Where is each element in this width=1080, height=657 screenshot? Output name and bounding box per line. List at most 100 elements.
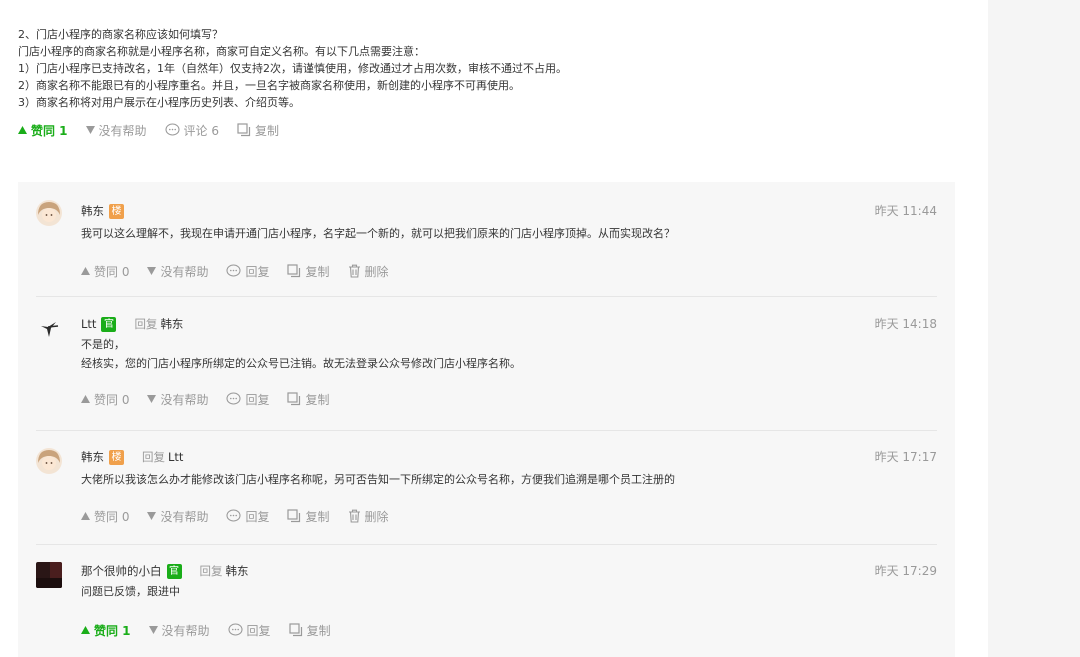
answer-line: 2、门店小程序的商家名称应该如何填写？ [18,28,223,41]
answer-copy-button[interactable]: 复制 [237,122,279,139]
comment-copy-label: 复制 [305,392,330,407]
reply-to: 回复 Ltt [142,449,183,465]
comment-header: Ltt 官 回复 韩东 [81,315,937,333]
comment-reply-label: 回复 [245,509,270,524]
triangle-down-icon [148,626,158,634]
comment-author[interactable]: 韩东 [81,449,104,465]
comment-body: Ltt 官 回复 韩东 不是的， 经核实，您的门店小程序所绑定的公众号已注销。故无… [81,315,937,407]
comment-text: 我可以这么理解不，我现在申请开通门店小程序，名字起一个新的，就可以把我们原来的门… [81,227,675,240]
answer-copy-label: 复制 [255,123,280,138]
comment-reply-button[interactable]: 回复 [226,391,269,408]
comment-copy-button[interactable]: 复制 [287,391,330,408]
comment-like-button[interactable]: 赞同 0 [81,391,129,408]
comment-actions: 赞同 1 没有帮助 回复 复制 [81,620,349,640]
comment-like-label: 赞同 0 [94,264,130,279]
answer-line: 门店小程序的商家名称就是小程序名称，商家可自定义名称。有以下几点需要注意： [18,45,425,58]
reply-label: 回复 [199,564,223,578]
comment-reply-button[interactable]: 回复 [226,263,269,280]
comment-actions: 赞同 0 没有帮助 回复 复制 删除 [81,261,407,281]
comment-unhelpful-button[interactable]: 没有帮助 [147,508,208,525]
reply-target[interactable]: 韩东 [226,564,249,578]
reply-label: 回复 [142,450,165,464]
comment-delete-label: 删除 [364,264,389,279]
comment-unhelpful-label: 没有帮助 [160,509,209,524]
comment-item: Ltt 官 回复 韩东 不是的， 经核实，您的门店小程序所绑定的公众号已注销。故无… [36,297,937,431]
trash-icon [348,264,361,278]
triangle-down-icon [147,267,157,275]
comment-copy-label: 复制 [306,623,331,638]
comment-delete-button[interactable]: 删除 [348,263,389,280]
answer-actions: 赞同 1 没有帮助 评论 6 复制 [18,120,968,140]
official-badge: 官 [166,563,182,579]
comment-like-label: 赞同 0 [94,392,130,407]
comment-list: 韩东 楼 我可以这么理解不，我现在申请开通门店小程序，名字起一个新的，就可以把我… [18,182,955,657]
comment-author[interactable]: 韩东 [81,203,104,219]
comment-text: 问题已反馈，跟进中 [81,585,180,598]
comment-copy-label: 复制 [305,509,330,524]
comment-copy-button[interactable]: 复制 [287,263,330,280]
reply-target[interactable]: Ltt [168,450,183,464]
comment-delete-button[interactable]: 删除 [348,508,389,525]
comment-unhelpful-label: 没有帮助 [161,623,210,638]
comment-like-button[interactable]: 赞同 0 [81,263,129,280]
answer-line: 3）商家名称将对用户展示在小程序历史列表、介绍页等。 [18,96,300,109]
comment-unhelpful-label: 没有帮助 [160,264,209,279]
triangle-down-icon [147,395,157,403]
avatar [36,562,62,588]
triangle-up-icon [81,512,90,520]
comment-reply-label: 回复 [245,392,270,407]
comment-reply-label: 回复 [245,264,270,279]
comment-like-button[interactable]: 赞同 0 [81,508,129,525]
comment-time: 昨天 14:18 [874,317,937,331]
comment-item: 那个很帅的小白 官 回复 韩东 问题已反馈，跟进中 赞同 1 没有帮助 回复 复制… [36,545,937,657]
answer-line: 2）商家名称不能跟已有的小程序重名。并且，一旦名字被商家名称使用，新创建的小程序… [18,79,520,92]
comment-actions: 赞同 0 没有帮助 回复 复制 删除 [81,506,407,526]
comment-body: 韩东 楼 我可以这么理解不，我现在申请开通门店小程序，名字起一个新的，就可以把我… [81,202,937,279]
comment-bubble-icon [226,392,242,406]
copy-icon [237,123,251,137]
comment-author[interactable]: Ltt [81,317,96,331]
answer-line: 1）门店小程序已支持改名，1年（自然年）仅支持2次，请谨慎使用，修改通过才占用次… [18,62,567,75]
right-sidebar [988,0,1080,657]
comment-item: 韩东 楼 回复 Ltt 大佬所以我该怎么办才能修改该门店小程序名称呢，另可否告知一… [36,431,937,545]
comment-item: 韩东 楼 我可以这么理解不，我现在申请开通门店小程序，名字起一个新的，就可以把我… [36,182,937,297]
louzhu-badge: 楼 [109,203,124,219]
comment-like-button[interactable]: 赞同 1 [81,622,131,639]
comment-like-label: 赞同 1 [94,623,131,638]
answer-comment-button[interactable]: 评论 6 [164,122,219,139]
comment-delete-label: 删除 [364,509,389,524]
answer-like-button[interactable]: 赞同 1 [18,122,68,139]
reply-label: 回复 [134,317,158,331]
comment-actions: 赞同 0 没有帮助 回复 复制 [81,389,348,409]
comment-copy-button[interactable]: 复制 [288,622,331,639]
copy-icon [287,509,301,523]
reply-to: 回复 韩东 [200,563,249,579]
comment-bubble-icon [164,123,180,137]
answer-unhelpful-button[interactable]: 没有帮助 [85,122,147,139]
comment-author[interactable]: 那个很帅的小白 [81,563,162,579]
triangle-up-icon [81,626,90,634]
louzhu-badge: 楼 [109,449,124,465]
comment-reply-button[interactable]: 回复 [226,508,269,525]
comment-header: 那个很帅的小白 官 回复 韩东 [81,562,937,580]
answer-content: 2、门店小程序的商家名称应该如何填写？ 门店小程序的商家名称就是小程序名称，商家… [18,26,968,140]
triangle-down-icon [147,512,157,520]
comment-text: 经核实，您的门店小程序所绑定的公众号已注销。故无法登录公众号修改门店小程序名称。 [81,357,521,370]
triangle-up-icon [81,267,90,275]
comment-reply-button[interactable]: 回复 [227,622,271,639]
triangle-up-icon [81,395,90,403]
avatar [36,448,62,474]
trash-icon [348,509,361,523]
reply-target[interactable]: 韩东 [160,317,183,331]
comment-unhelpful-label: 没有帮助 [160,392,209,407]
comment-header: 韩东 楼 回复 Ltt [81,448,937,466]
comment-body: 韩东 楼 回复 Ltt 大佬所以我该怎么办才能修改该门店小程序名称呢，另可否告知一… [81,448,937,524]
comment-unhelpful-button[interactable]: 没有帮助 [148,622,210,639]
avatar [36,200,62,226]
comment-copy-button[interactable]: 复制 [287,508,330,525]
answer-comment-label: 评论 6 [183,123,219,138]
comment-like-label: 赞同 0 [94,509,130,524]
comment-header: 韩东 楼 [81,202,937,220]
comment-unhelpful-button[interactable]: 没有帮助 [147,391,208,408]
comment-unhelpful-button[interactable]: 没有帮助 [147,263,208,280]
